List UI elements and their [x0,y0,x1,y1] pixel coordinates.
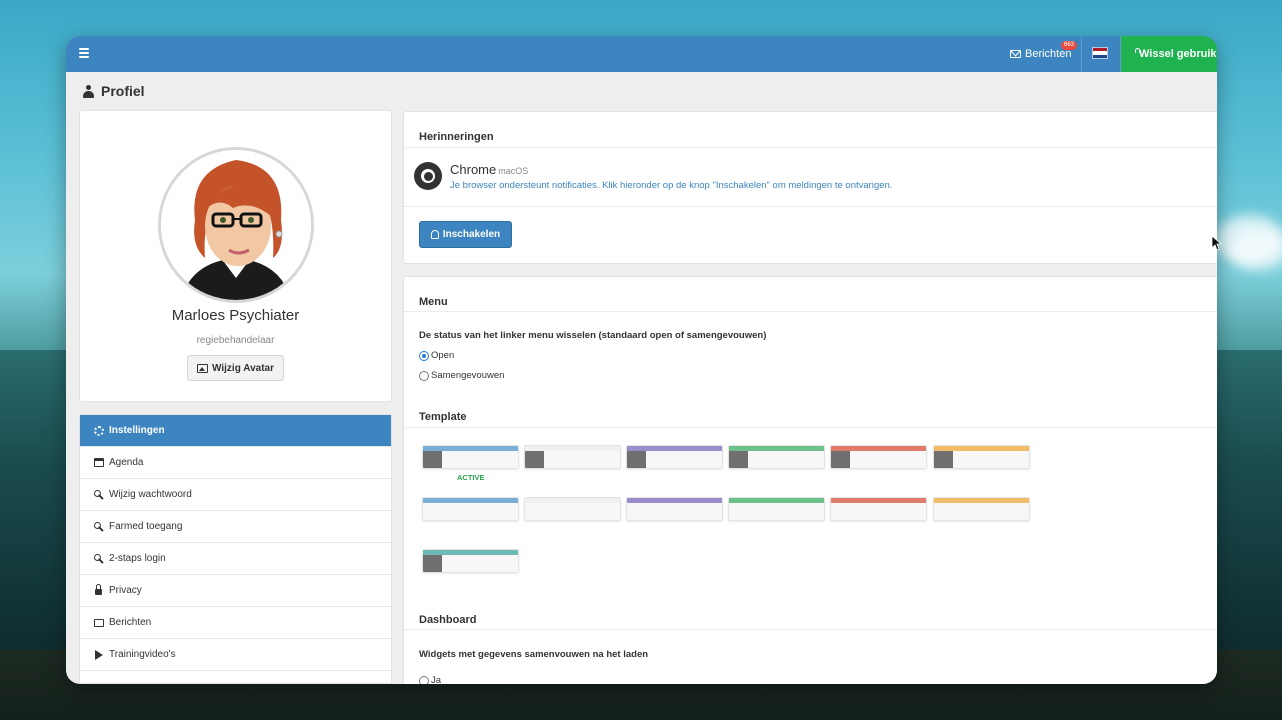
radio-label: Ja [431,675,442,684]
sidebar-item-farmed-toegang[interactable]: Farmed toegang [80,511,391,543]
template-section-title: Template [419,411,467,423]
sidebar-item-label: Privacy [109,585,142,596]
dashboard-section-title: Dashboard [419,614,477,626]
hamburger-menu-icon[interactable] [79,48,89,58]
sidebar-item-label: Berichten [109,617,152,628]
image-icon [197,363,209,373]
dashboard-question: Widgets met gegevens samenvouwen na het … [419,649,649,660]
divider [404,206,1217,207]
radio-collapsed[interactable] [419,370,429,381]
divider [404,311,1217,312]
play-icon [93,649,104,660]
reminders-title: Herinneringen [419,131,494,143]
sidebar-item-label: Trainingvideo's [109,649,176,660]
user-icon [83,84,94,98]
sidebar-item-label: Wijzig wachtwoord [109,489,192,500]
cogs-icon [93,425,104,436]
language-flag-icon[interactable] [1092,47,1108,59]
menu-question: De status van het linker menu wisselen (… [419,330,767,341]
enable-notifications-button[interactable]: Inschakelen [419,221,512,248]
sidebar-item-2-staps-login[interactable]: 2-staps login [80,543,391,575]
profile-card: Marloes Psychiater regiebehandelaar Wijz… [79,110,392,402]
sidebar-item-label: Farmed toegang [109,521,183,532]
background-cloud [1230,230,1282,270]
key-icon [93,489,104,500]
template-swatch[interactable] [728,497,825,521]
top-navbar: Berichten 663 Wissel gebruiker [66,36,1217,72]
template-swatch[interactable] [422,497,519,521]
app-window: Berichten 663 Wissel gebruiker Profiel [66,36,1217,684]
enable-notifications-label: Inschakelen [442,229,501,240]
template-swatch[interactable] [626,497,723,521]
template-swatch[interactable] [422,445,519,469]
mouse-cursor-icon [1211,235,1221,251]
settings-menu: Instellingen Agenda Wijzig wachtwoord Fa… [79,414,392,684]
messages-count-badge: 663 [1061,41,1078,50]
template-swatch[interactable] [830,445,927,469]
sidebar-item-agenda[interactable]: Agenda [80,447,391,479]
avatar [158,147,314,303]
envelope-icon [93,618,104,628]
sidebar-item-label: 2-staps login [109,553,166,564]
sidebar-item-partial[interactable] [80,671,391,683]
radio-open[interactable] [419,350,429,361]
template-swatch[interactable] [524,445,621,469]
switch-user-button[interactable]: Wissel gebruiker [1121,36,1217,72]
key-icon [93,521,104,532]
page-title: Profiel [83,83,145,99]
template-swatch[interactable] [933,497,1030,521]
profile-name: Marloes Psychiater [171,307,300,324]
change-avatar-label: Wijzig Avatar [212,362,274,374]
reminders-panel: Herinneringen Chrome macOS Je browser ond… [403,111,1217,264]
menu-section-title: Menu [419,296,448,308]
radio-label: Samengevouwen [431,370,505,381]
sidebar-item-label: Agenda [109,457,144,468]
calendar-icon [93,458,104,468]
change-avatar-button[interactable]: Wijzig Avatar [187,355,284,381]
key-icon [93,553,104,564]
sidebar-item-privacy[interactable]: Privacy [80,575,391,607]
sidebar-item-instellingen[interactable]: Instellingen [80,415,391,447]
lock-icon [93,584,104,596]
browser-name: Chrome macOS [450,162,529,177]
radio-yes[interactable] [419,675,429,684]
navbar-divider [1081,36,1082,72]
switch-user-label: Wissel gebruiker [1139,48,1217,60]
notification-note: Je browser ondersteunt notificaties. Kli… [450,180,893,191]
chrome-icon [414,162,442,190]
template-swatch[interactable] [626,445,723,469]
menu-option-open[interactable]: Open [419,350,454,361]
sidebar-item-label: Instellingen [109,425,165,436]
os-name: macOS [498,166,529,176]
divider [404,147,1217,148]
profile-role: regiebehandelaar [196,335,275,346]
divider [404,629,1217,630]
sidebar-item-trainingvideos[interactable]: Trainingvideo's [80,639,391,671]
sidebar-item-berichten[interactable]: Berichten [80,607,391,639]
template-swatch[interactable] [728,445,825,469]
page-title-text: Profiel [101,83,145,99]
template-swatch[interactable] [524,497,621,521]
settings-panel: Menu De status van het linker menu wisse… [403,276,1217,684]
divider [404,427,1217,428]
template-swatch[interactable] [830,497,927,521]
radio-label: Open [431,350,455,361]
sidebar-item-wijzig-wachtwoord[interactable]: Wijzig wachtwoord [80,479,391,511]
menu-option-collapsed[interactable]: Samengevouwen [419,370,504,381]
template-active-label: ACTIVE [457,473,485,482]
dashboard-option-yes[interactable]: Ja [419,675,441,684]
bell-icon [430,230,439,239]
template-swatch[interactable] [422,549,519,573]
envelope-icon [1010,50,1021,58]
template-swatch[interactable] [933,445,1030,469]
